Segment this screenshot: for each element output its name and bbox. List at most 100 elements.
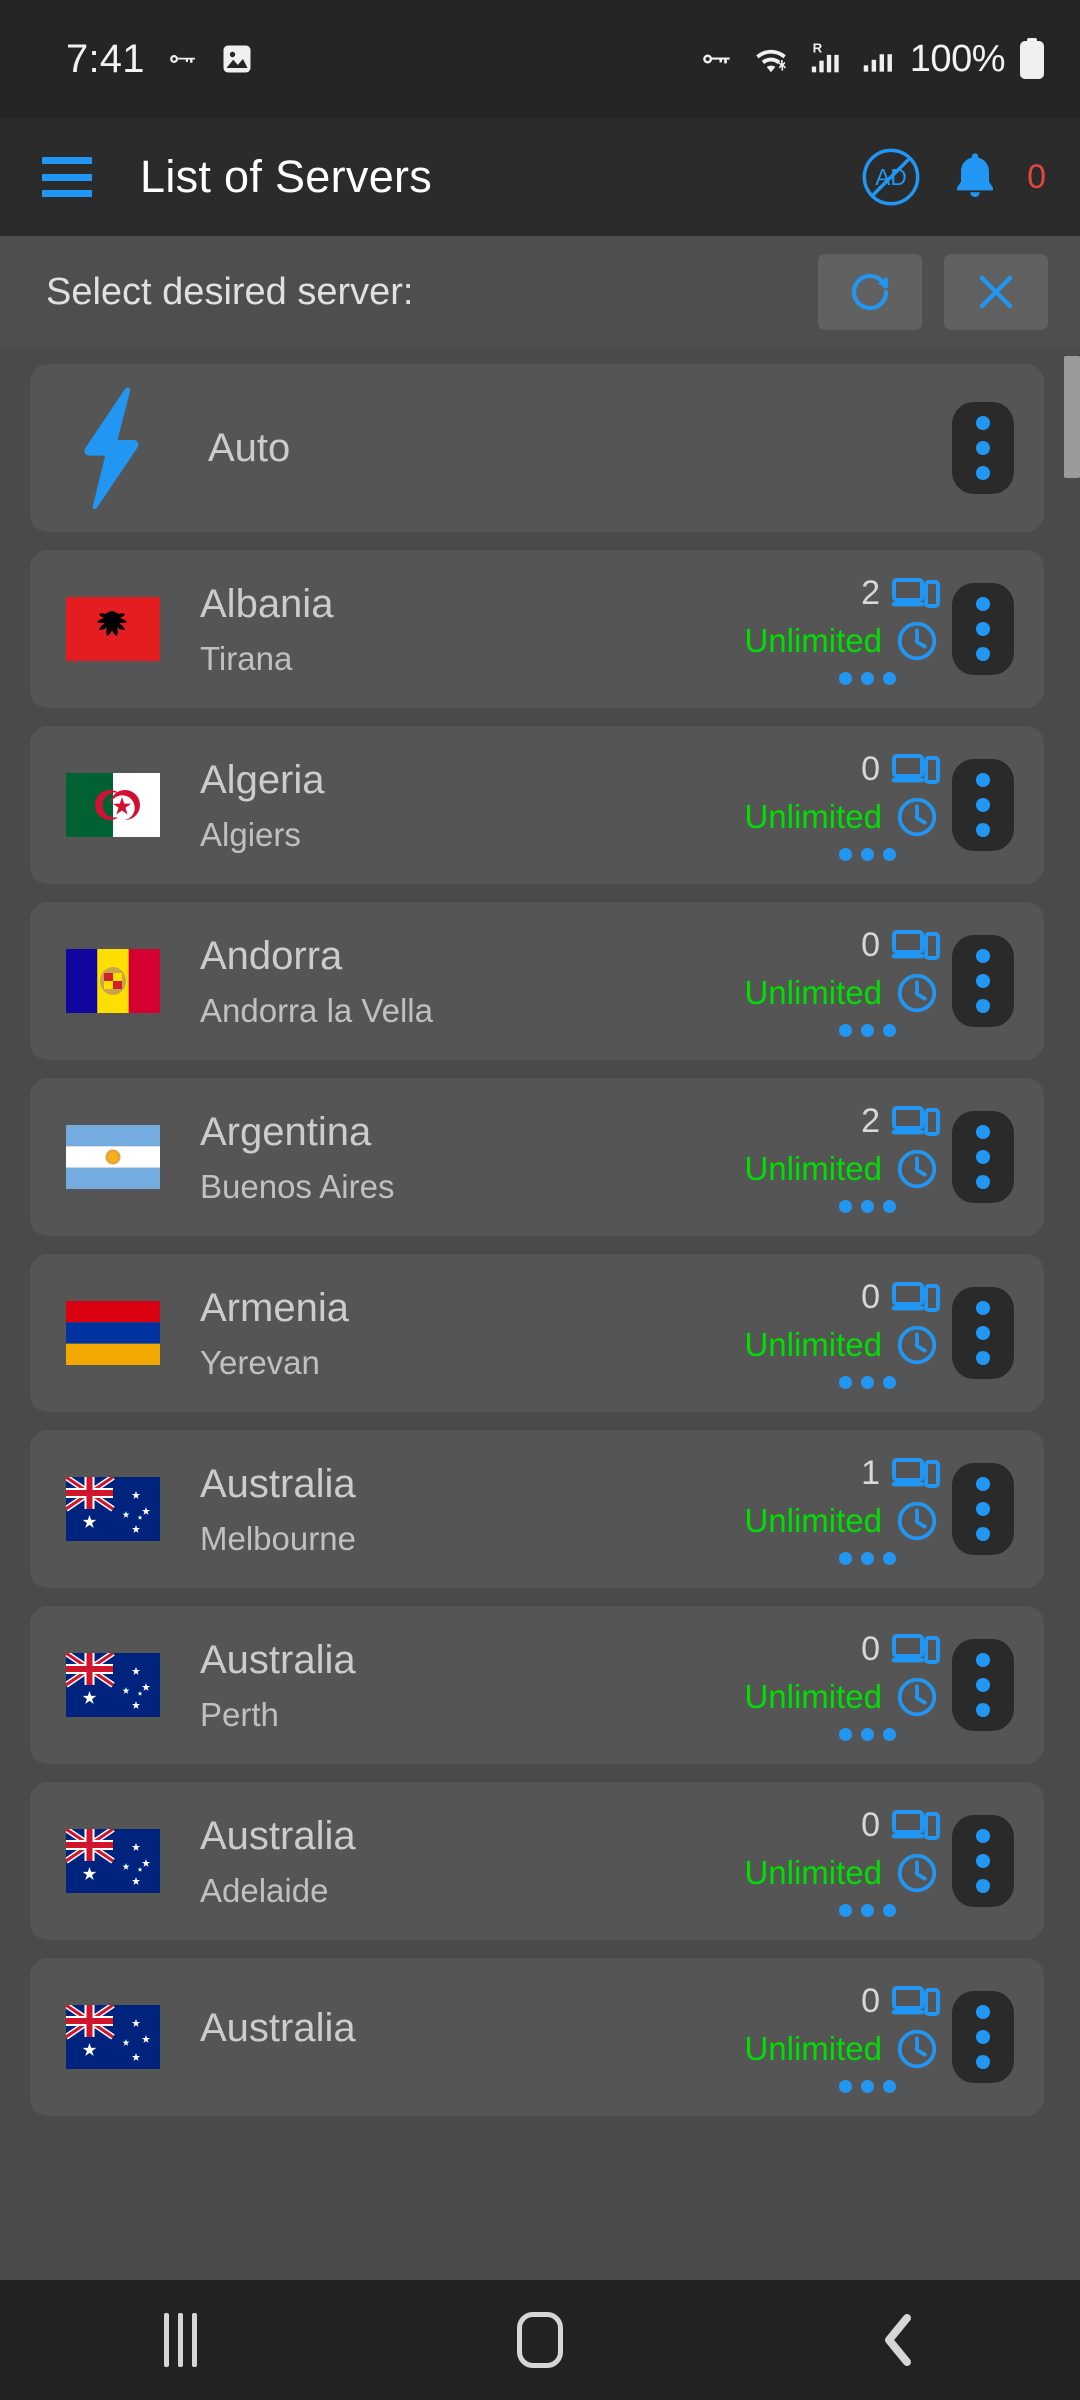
- more-options-icon[interactable]: [952, 759, 1014, 851]
- more-options-icon[interactable]: [952, 1815, 1014, 1907]
- table-row[interactable]: Australia Perth 0 Unlimited: [30, 1606, 1044, 1764]
- city-name: Adelaide: [200, 1871, 329, 1909]
- server-meta: 0 Unlimited: [744, 1630, 952, 1741]
- server-list[interactable]: Auto Albania Tirana 2 Unlimited Algeria …: [0, 348, 1080, 2280]
- quota-line: Unlimited: [744, 1674, 940, 1720]
- more-options-icon[interactable]: [952, 1639, 1014, 1731]
- country-name: Australia: [200, 1637, 356, 1682]
- devices-icon: [892, 1806, 940, 1846]
- device-count: 0: [861, 926, 880, 964]
- server-names: Albania Tirana: [200, 584, 333, 675]
- image-icon: [219, 41, 255, 77]
- device-count: 0: [861, 1806, 880, 1844]
- quota-line: Unlimited: [744, 1322, 940, 1368]
- more-options-icon[interactable]: [952, 1287, 1014, 1379]
- table-row[interactable]: Algeria Algiers 0 Unlimited: [30, 726, 1044, 884]
- signal-dots-icon: [839, 1199, 940, 1213]
- server-meta: 0 Unlimited: [744, 1806, 952, 1917]
- scrollbar-thumb[interactable]: [1064, 356, 1080, 478]
- table-row[interactable]: Australia Melbourne 1 Unlimited: [30, 1430, 1044, 1588]
- server-names: Algeria Algiers: [200, 760, 325, 851]
- devices-icon: [892, 1982, 940, 2022]
- table-row[interactable]: Albania Tirana 2 Unlimited: [30, 550, 1044, 708]
- table-row[interactable]: Argentina Buenos Aires 2 Unlimited: [30, 1078, 1044, 1236]
- country-name: Armenia: [200, 1285, 349, 1330]
- device-count-line: 2: [861, 574, 940, 614]
- city-name: Algiers: [200, 815, 301, 853]
- signal-icon: [859, 39, 897, 79]
- recents-button[interactable]: [90, 2280, 270, 2400]
- server-meta: 0 Unlimited: [744, 1982, 952, 2093]
- device-count: 0: [861, 1630, 880, 1668]
- close-button[interactable]: [944, 254, 1048, 330]
- country-name: Australia: [200, 2006, 356, 2050]
- clock-icon: [894, 1498, 940, 1544]
- hamburger-menu-icon[interactable]: [34, 151, 100, 203]
- page-title: List of Servers: [140, 151, 433, 202]
- device-count: 2: [861, 1102, 880, 1140]
- flag-australia: [66, 1829, 160, 1893]
- country-name: Argentina: [200, 1109, 372, 1154]
- subheader-label: Select desired server:: [46, 270, 414, 313]
- devices-icon: [892, 574, 940, 614]
- quota-line: Unlimited: [744, 1498, 940, 1544]
- clock-icon: [894, 1146, 940, 1192]
- flag-australia: [66, 2005, 160, 2069]
- quota-line: Unlimited: [744, 2026, 940, 2072]
- devices-icon: [892, 750, 940, 790]
- device-count-line: 1: [861, 1454, 940, 1494]
- subheader-bar: Select desired server:: [0, 236, 1080, 348]
- quota-line: Unlimited: [744, 970, 940, 1016]
- vpn-key-icon: [163, 40, 201, 78]
- server-names: Australia: [200, 2008, 356, 2066]
- server-names: Armenia Yerevan: [200, 1288, 349, 1379]
- app-bar: List of Servers AD 0: [0, 118, 1080, 236]
- more-options-icon[interactable]: [952, 1463, 1014, 1555]
- quota-label: Unlimited: [744, 797, 882, 835]
- table-row[interactable]: Australia 0 Unlimited: [30, 1958, 1044, 2116]
- clock-icon: [894, 794, 940, 840]
- more-options-icon[interactable]: [952, 1111, 1014, 1203]
- more-options-icon[interactable]: [952, 583, 1014, 675]
- quota-line: Unlimited: [744, 618, 940, 664]
- more-options-icon[interactable]: [952, 402, 1014, 494]
- device-count: 0: [861, 1278, 880, 1316]
- server-meta: 2 Unlimited: [744, 574, 952, 685]
- table-row[interactable]: Armenia Yerevan 0 Unlimited: [30, 1254, 1044, 1412]
- scrollbar[interactable]: [1064, 348, 1080, 2280]
- country-name: Algeria: [200, 757, 325, 802]
- device-count: 0: [861, 750, 880, 788]
- back-button[interactable]: [810, 2280, 990, 2400]
- refresh-button[interactable]: [818, 254, 922, 330]
- country-name: Australia: [200, 1461, 356, 1506]
- device-count-line: 0: [861, 1630, 940, 1670]
- phone-screen: 7:41 R 100% List of Servers 0 Select des…: [0, 0, 1080, 2400]
- server-names: Australia Perth: [200, 1640, 356, 1731]
- svg-text:R: R: [812, 40, 822, 55]
- status-bar-right: R 100%: [696, 37, 1046, 81]
- quota-label: Unlimited: [744, 2029, 882, 2067]
- home-button[interactable]: [450, 2280, 630, 2400]
- status-time: 7:41: [66, 36, 145, 81]
- city-name: Perth: [200, 1695, 279, 1733]
- clock-icon: [894, 970, 940, 1016]
- device-count-line: 0: [861, 1278, 940, 1318]
- table-row[interactable]: Andorra Andorra la Vella 0 Unlimited: [30, 902, 1044, 1060]
- flag-albania: [66, 597, 160, 661]
- list-item-auto[interactable]: Auto: [30, 364, 1044, 532]
- quota-line: Unlimited: [744, 794, 940, 840]
- ad-block-icon[interactable]: AD: [859, 145, 923, 209]
- server-meta: 0 Unlimited: [744, 750, 952, 861]
- server-names: Andorra Andorra la Vella: [200, 936, 433, 1027]
- signal-dots-icon: [839, 1727, 940, 1741]
- clock-icon: [894, 1322, 940, 1368]
- flag-australia: [66, 1653, 160, 1717]
- table-row[interactable]: Australia Adelaide 0 Unlimited: [30, 1782, 1044, 1940]
- quota-line: Unlimited: [744, 1850, 940, 1896]
- signal-dots-icon: [839, 847, 940, 861]
- android-nav-bar: [0, 2280, 1080, 2400]
- more-options-icon[interactable]: [952, 935, 1014, 1027]
- notification-bell-icon[interactable]: [949, 149, 1001, 205]
- clock-icon: [894, 618, 940, 664]
- more-options-icon[interactable]: [952, 1991, 1014, 2083]
